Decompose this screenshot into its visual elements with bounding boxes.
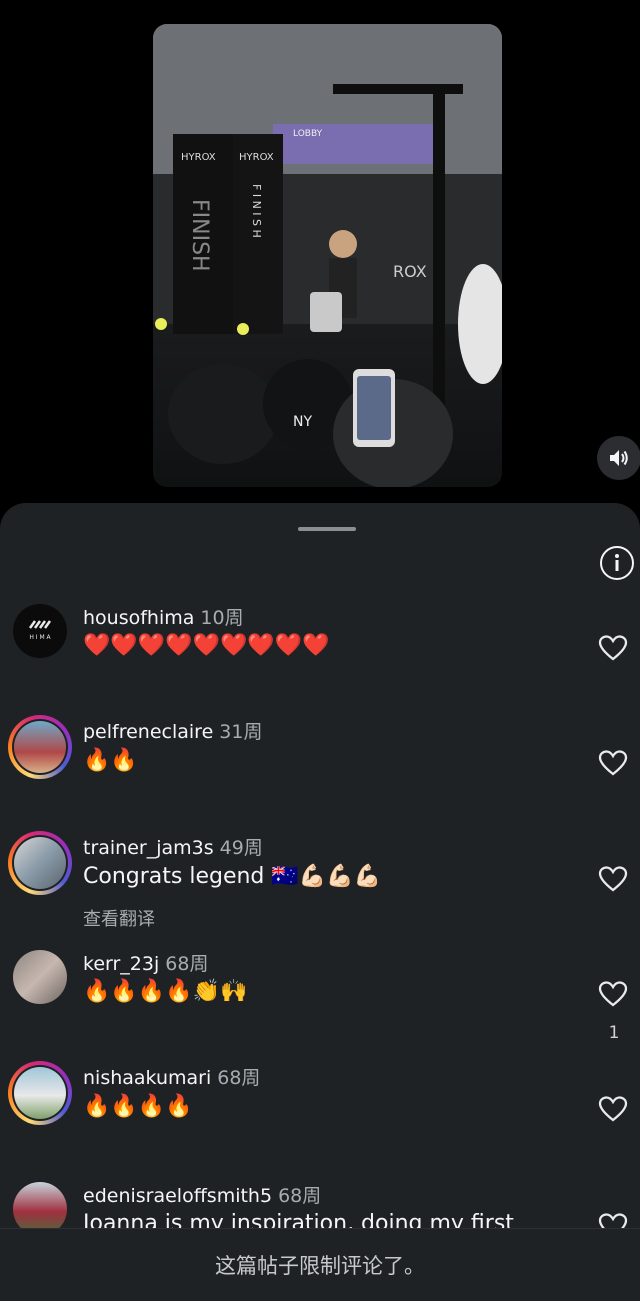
comment-item: H I M A housofhima 10周 ❤️❤️❤️❤️❤️❤️❤️❤️❤️: [0, 599, 640, 709]
avatar[interactable]: [8, 1061, 72, 1125]
like-button[interactable]: [598, 749, 630, 779]
svg-text:H I M A: H I M A: [29, 634, 51, 641]
comment-time: 68周: [165, 953, 209, 975]
info-button[interactable]: [600, 546, 634, 580]
username[interactable]: housofhima: [83, 607, 194, 629]
comment-time: 68周: [217, 1067, 261, 1089]
like-button[interactable]: [598, 634, 630, 664]
drag-handle[interactable]: [298, 527, 356, 531]
speaker-icon: [610, 450, 628, 466]
comment-time: 31周: [219, 721, 263, 743]
video-frame: HYROX FINISH HYROX F I N I S H LOBBY ROX…: [153, 24, 502, 487]
comment-text: 🔥🔥🔥🔥: [83, 1094, 193, 1119]
video-area: HYROX FINISH HYROX F I N I S H LOBBY ROX…: [0, 0, 640, 510]
comment-time: 68周: [278, 1185, 322, 1207]
heart-icon: [598, 866, 628, 892]
svg-text:NY: NY: [293, 414, 312, 430]
avatar[interactable]: [8, 715, 72, 779]
heart-icon: [598, 1096, 628, 1122]
username[interactable]: pelfreneclaire: [83, 721, 213, 743]
comment-text: 🔥🔥: [83, 748, 138, 773]
username[interactable]: trainer_jam3s: [83, 837, 214, 859]
username[interactable]: kerr_23j: [83, 953, 159, 975]
mute-button[interactable]: [597, 436, 640, 480]
like-button[interactable]: [598, 865, 630, 895]
video-player[interactable]: HYROX FINISH HYROX F I N I S H LOBBY ROX…: [153, 24, 502, 487]
comments-limited-notice: 这篇帖子限制评论了。: [0, 1228, 640, 1301]
svg-text:HYROX: HYROX: [181, 152, 216, 163]
comment-item: nishaakumari 68周 🔥🔥🔥🔥: [0, 1061, 640, 1171]
info-icon: [615, 554, 619, 571]
heart-icon: [598, 981, 628, 1007]
avatar[interactable]: H I M A: [8, 599, 72, 663]
comment-time: 49周: [219, 837, 263, 859]
username[interactable]: nishaakumari: [83, 1067, 211, 1089]
avatar[interactable]: [8, 831, 72, 895]
hima-logo: H I M A: [28, 620, 52, 641]
like-button[interactable]: [598, 980, 630, 1010]
footer-text: 这篇帖子限制评论了。: [215, 1254, 425, 1278]
svg-text:HYROX: HYROX: [239, 152, 274, 163]
avatar[interactable]: [8, 945, 72, 1009]
comment-text: 🔥🔥🔥🔥👏🙌: [83, 979, 248, 1004]
comment-item: pelfreneclaire 31周 🔥🔥: [0, 715, 640, 825]
username[interactable]: edenisraeloffsmith5: [83, 1185, 272, 1207]
svg-text:ROX: ROX: [393, 262, 427, 281]
like-button[interactable]: [598, 1095, 630, 1125]
comment-text: Congrats legend 🇦🇺💪🏻💪🏻💪🏻: [83, 864, 381, 889]
comment-item: kerr_23j 68周 🔥🔥🔥🔥👏🙌 1: [0, 945, 640, 1055]
svg-text:F I N I S H: F I N I S H: [250, 184, 263, 238]
comment-item: trainer_jam3s 49周 Congrats legend 🇦🇺💪🏻💪🏻💪…: [0, 831, 640, 941]
translate-link[interactable]: 查看翻译: [83, 905, 155, 931]
comments-sheet: H I M A housofhima 10周 ❤️❤️❤️❤️❤️❤️❤️❤️❤️…: [0, 503, 640, 1300]
comment-time: 10周: [200, 607, 244, 629]
heart-icon: [598, 635, 628, 661]
heart-icon: [598, 750, 628, 776]
comment-text: ❤️❤️❤️❤️❤️❤️❤️❤️❤️: [83, 633, 330, 658]
svg-text:LOBBY: LOBBY: [293, 129, 323, 139]
like-count: 1: [608, 1023, 620, 1043]
svg-text:FINISH: FINISH: [187, 199, 212, 272]
